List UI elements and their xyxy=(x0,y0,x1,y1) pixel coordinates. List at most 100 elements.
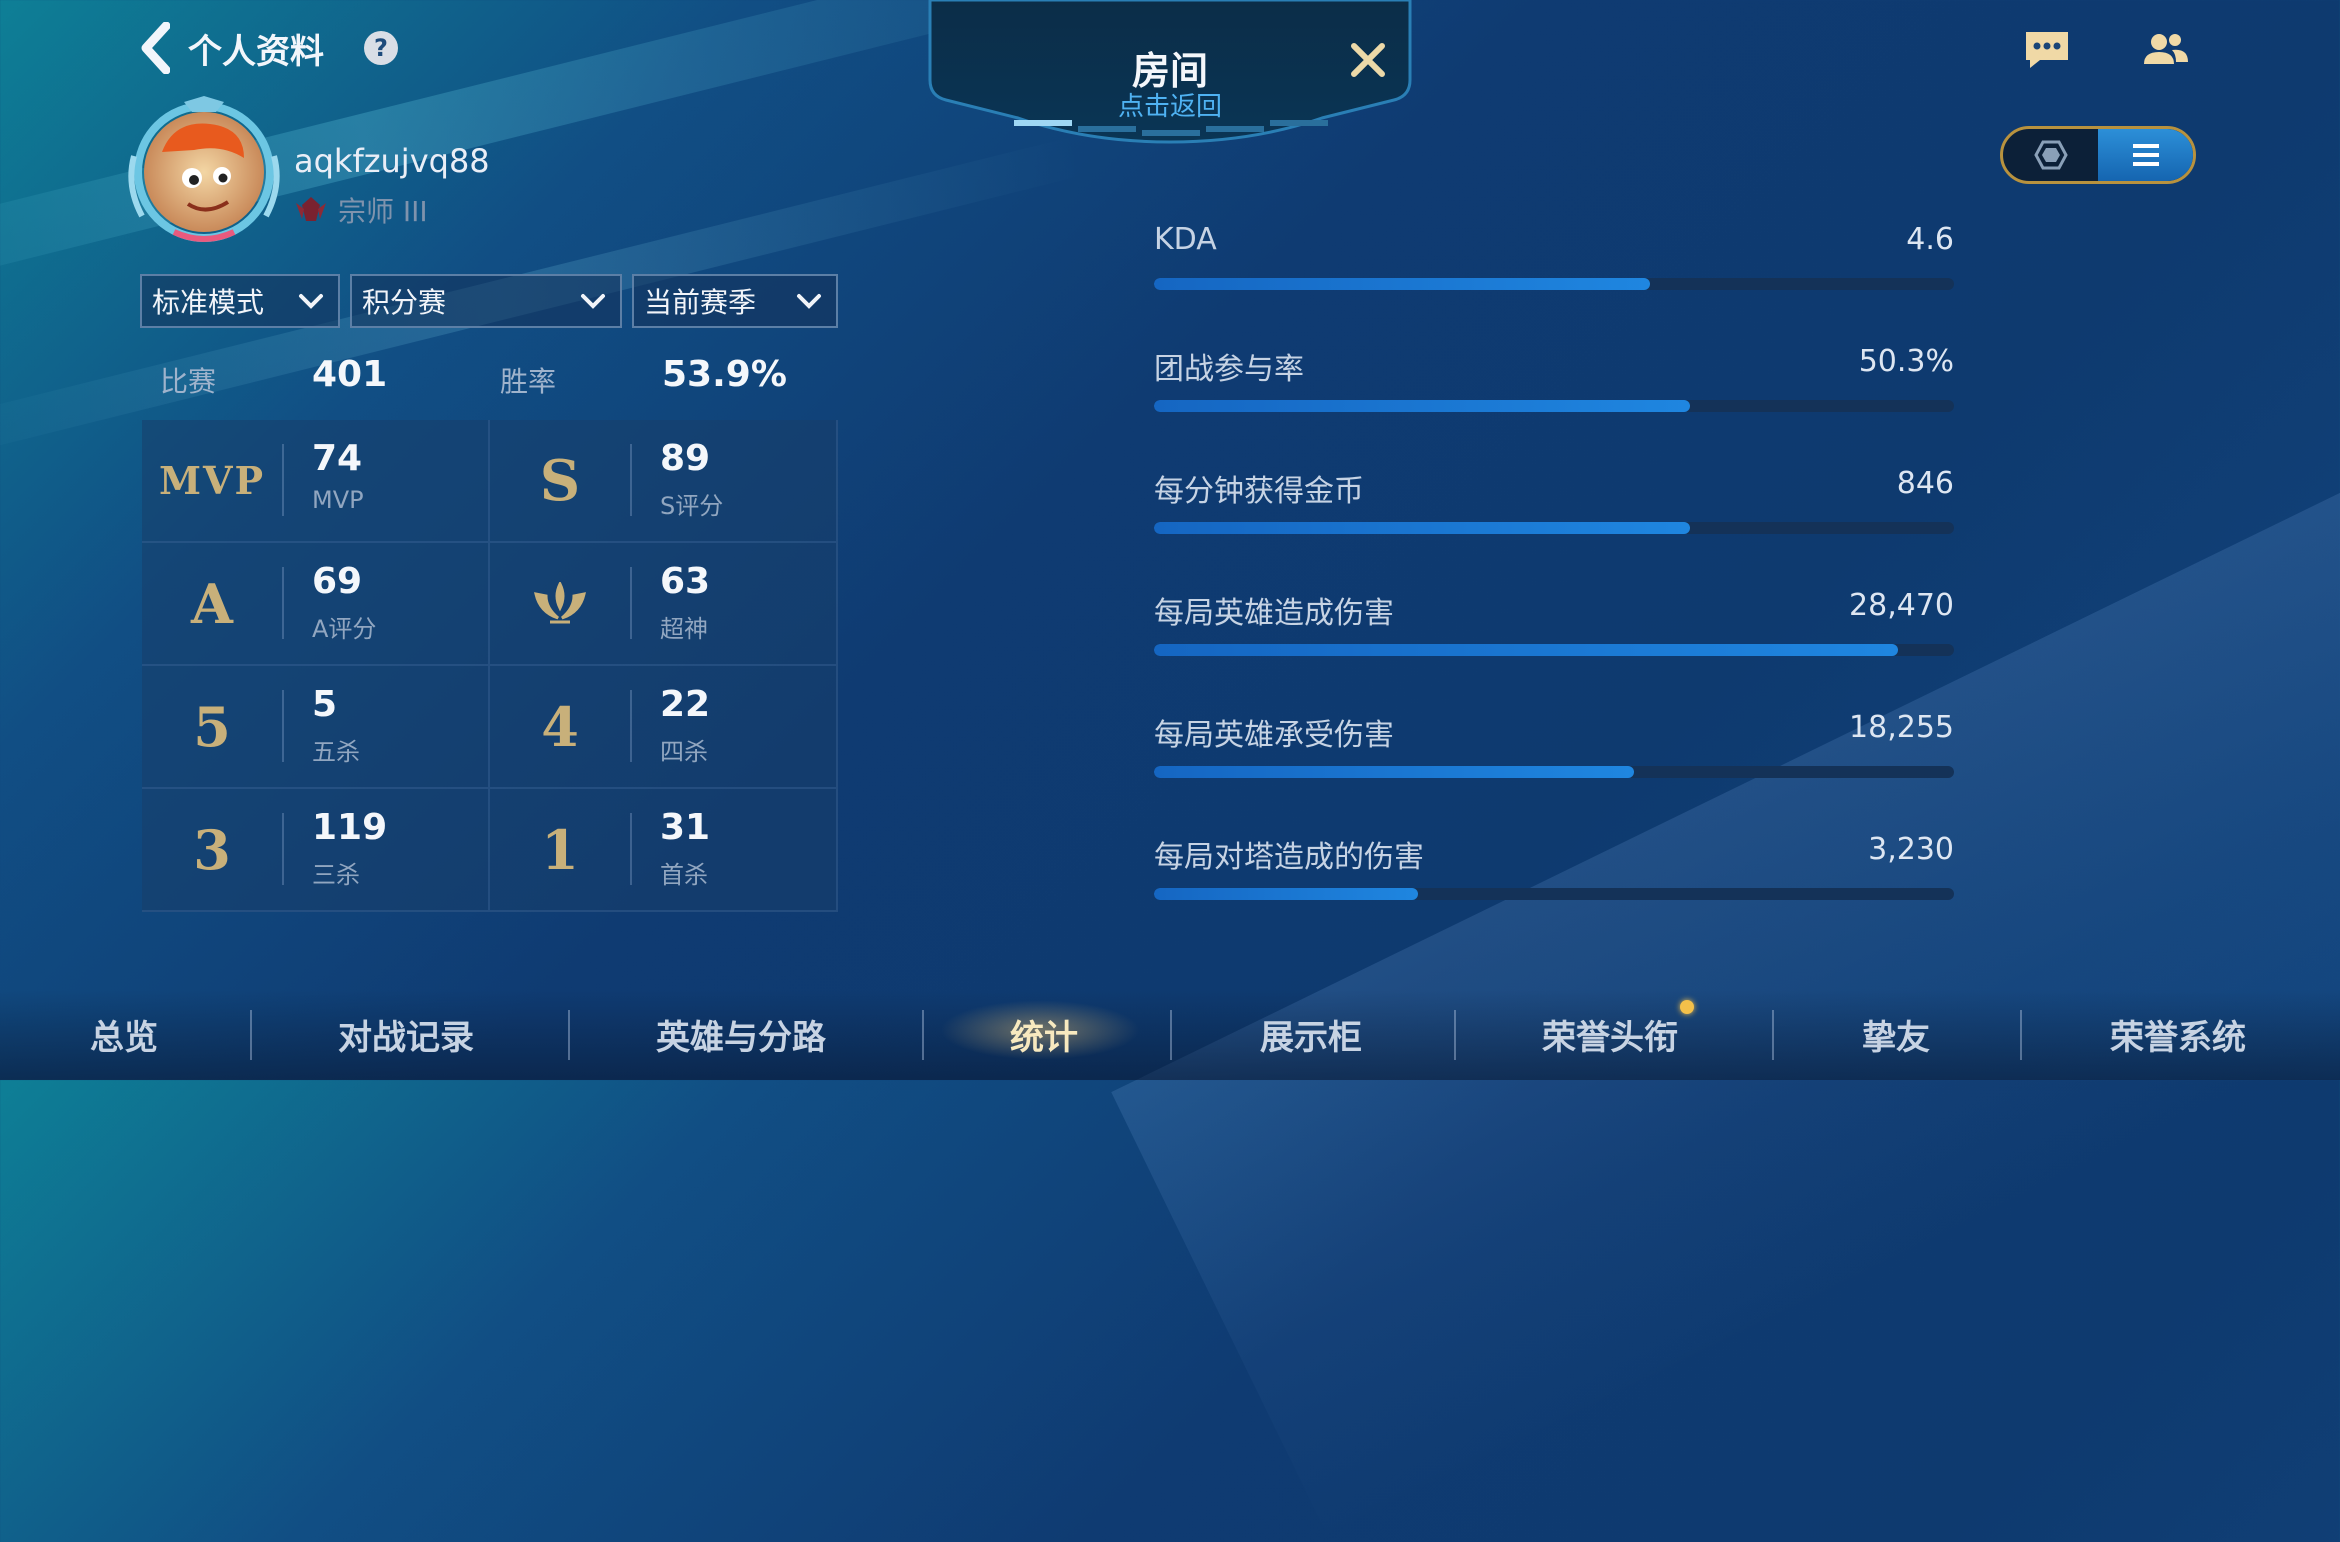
stat-grid: MVP 74 MVP S 89 S评分 A 69 A评分 63 超神 5 5 五… xyxy=(142,420,838,912)
tab-heroes-lanes[interactable]: 英雄与分路 xyxy=(656,1010,826,1059)
dropdown-label: 标准模式 xyxy=(152,286,265,319)
metric-row: 每局英雄造成伤害 28,470 xyxy=(1154,580,1954,702)
metric-label: 每局英雄承受伤害 xyxy=(1154,718,1394,753)
chevron-down-icon xyxy=(797,294,821,309)
page-title: 个人资料 xyxy=(188,31,324,72)
tab-statistics[interactable]: 统计 xyxy=(1010,1010,1078,1059)
s-badge: S xyxy=(539,447,581,514)
metric-value: 18,255 xyxy=(1849,710,1954,745)
avatar[interactable] xyxy=(124,96,284,246)
rank-row: 宗师 III xyxy=(294,190,428,230)
crown-icon xyxy=(490,543,630,664)
stat-cell-triplekill: 3 119 三杀 xyxy=(142,789,490,912)
friends-icon[interactable] xyxy=(2142,30,2190,70)
stat-label: 五杀 xyxy=(312,738,360,766)
stat-value: 69 xyxy=(312,561,363,602)
metric-bar-fill xyxy=(1154,888,1418,900)
stat-cell-legendary: 63 超神 xyxy=(490,543,838,666)
metric-bar xyxy=(1154,888,1954,900)
metric-value: 846 xyxy=(1896,466,1954,501)
metric-bar-fill xyxy=(1154,766,1634,778)
rank-icon xyxy=(294,193,328,227)
mode-dropdown[interactable]: 标准模式 xyxy=(140,274,340,328)
metric-bar xyxy=(1154,644,1954,656)
metric-value: 3,230 xyxy=(1868,832,1954,867)
metric-bar-fill xyxy=(1154,278,1650,290)
stat-value: 22 xyxy=(660,684,711,725)
tab-honor-system[interactable]: 荣誉系统 xyxy=(2110,1010,2246,1059)
stat-cell-pentakill: 5 5 五杀 xyxy=(142,666,490,789)
tab-close-friends[interactable]: 挚友 xyxy=(1862,1010,1930,1059)
three-badge: 3 xyxy=(193,817,231,882)
stat-value: 89 xyxy=(660,438,711,479)
room-return-link[interactable]: 点击返回 xyxy=(928,86,1412,123)
chevron-down-icon xyxy=(299,294,323,309)
dropdown-label: 当前赛季 xyxy=(644,286,757,319)
question-icon[interactable]: ? xyxy=(364,31,398,65)
stat-value: 74 xyxy=(312,438,363,479)
stat-cell-quadrakill: 4 22 四杀 xyxy=(490,666,838,789)
metric-value: 50.3% xyxy=(1858,344,1954,379)
tab-showcase[interactable]: 展示柜 xyxy=(1260,1010,1362,1059)
chat-icon[interactable] xyxy=(2024,30,2070,70)
tab-overview[interactable]: 总览 xyxy=(90,1010,158,1059)
tab-honor-titles[interactable]: 荣誉头衔 xyxy=(1542,1010,1678,1059)
stat-label: A评分 xyxy=(312,615,377,643)
metric-bar xyxy=(1154,522,1954,534)
metric-value: 28,470 xyxy=(1849,588,1954,623)
stat-value: 31 xyxy=(660,807,711,848)
stat-value: 5 xyxy=(312,684,338,725)
hexagon-icon xyxy=(2033,140,2068,170)
notification-dot xyxy=(1680,1000,1694,1014)
metric-row: 团战参与率 50.3% xyxy=(1154,336,1954,458)
winrate-value: 53.9% xyxy=(662,354,787,395)
stat-cell-firstblood: 1 31 首杀 xyxy=(490,789,838,912)
metric-label: 团战参与率 xyxy=(1154,352,1304,387)
metric-row: 每分钟获得金币 846 xyxy=(1154,458,1954,580)
header-bar: 个人资料 ? xyxy=(140,22,398,74)
stat-label: 超神 xyxy=(660,615,708,643)
list-icon xyxy=(2132,144,2159,166)
metrics-list: KDA 4.6 团战参与率 50.3% 每分钟获得金币 846 每局英雄造成伤害… xyxy=(1154,214,1954,946)
tab-match-history[interactable]: 对战记录 xyxy=(338,1010,474,1059)
room-panel[interactable]: 房间 点击返回 xyxy=(928,0,1412,148)
metric-label: 每局对塔造成的伤害 xyxy=(1154,840,1424,875)
metric-row: 每局对塔造成的伤害 3,230 xyxy=(1154,824,1954,946)
back-arrow-icon[interactable] xyxy=(140,22,176,74)
winrate-label: 胜率 xyxy=(500,365,557,398)
stat-cell-mvp: MVP 74 MVP xyxy=(142,420,490,543)
metric-bar-fill xyxy=(1154,400,1690,412)
metric-row: 每局英雄承受伤害 18,255 xyxy=(1154,702,1954,824)
username: aqkfzujvq88 xyxy=(294,142,490,180)
metric-row: KDA 4.6 xyxy=(1154,214,1954,336)
a-badge: A xyxy=(191,571,233,636)
mvp-badge: MVP xyxy=(158,458,266,503)
view-toggle[interactable] xyxy=(2000,126,2196,184)
metric-bar xyxy=(1154,278,1954,290)
summary-row: 比赛 401 胜率 53.9% xyxy=(140,352,840,412)
stat-label: 四杀 xyxy=(660,738,708,766)
stat-label: 首杀 xyxy=(660,861,708,889)
close-icon[interactable] xyxy=(1348,40,1388,80)
metric-bar-fill xyxy=(1154,644,1898,656)
stat-label: 三杀 xyxy=(312,861,360,889)
matches-label: 比赛 xyxy=(160,365,217,398)
chevron-down-icon xyxy=(581,294,605,309)
stat-cell-s: S 89 S评分 xyxy=(490,420,838,543)
metric-bar-fill xyxy=(1154,522,1690,534)
metric-label: 每局英雄造成伤害 xyxy=(1154,596,1394,631)
season-dropdown[interactable]: 当前赛季 xyxy=(632,274,838,328)
metric-value: 4.6 xyxy=(1906,222,1954,257)
four-badge: 4 xyxy=(541,694,579,759)
toggle-radar-view[interactable] xyxy=(2003,129,2098,181)
metric-bar xyxy=(1154,766,1954,778)
match-type-dropdown[interactable]: 积分赛 xyxy=(350,274,622,328)
metric-bar xyxy=(1154,400,1954,412)
five-badge: 5 xyxy=(193,694,231,759)
toggle-list-view[interactable] xyxy=(2098,129,2193,181)
filter-bar: 标准模式 积分赛 当前赛季 xyxy=(140,274,838,328)
one-badge: 1 xyxy=(541,817,579,882)
dropdown-label: 积分赛 xyxy=(362,286,447,319)
stat-label: S评分 xyxy=(660,492,724,520)
rank-label: 宗师 III xyxy=(338,195,428,228)
